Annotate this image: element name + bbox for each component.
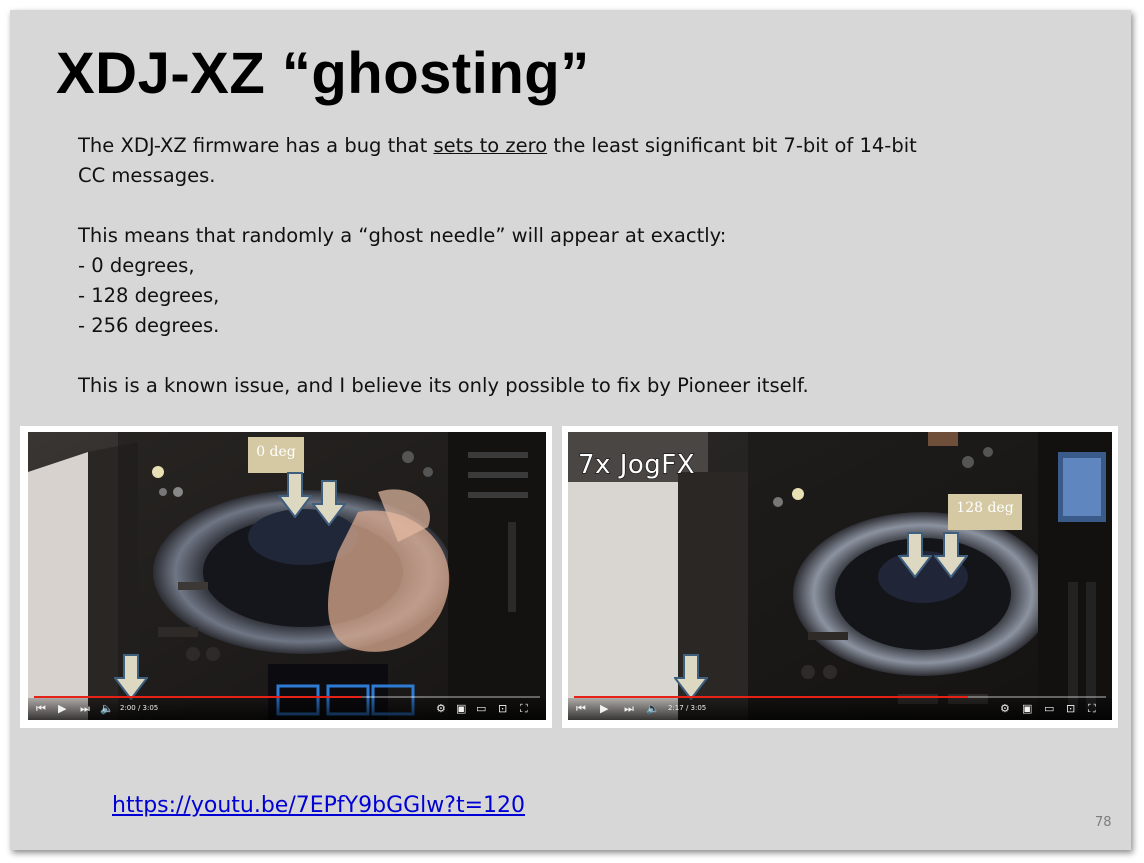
angle-label: 0 deg: [248, 437, 304, 473]
bullet-item: - 128 degrees,: [78, 284, 220, 307]
cast-icon[interactable]: ⊡: [1066, 702, 1075, 716]
slide: XDJ-XZ “ghosting” The XDJ-XZ firmware ha…: [10, 10, 1131, 850]
paragraph-1-start: The XDJ-XZ firmware has a bug that: [78, 134, 434, 157]
volume-icon[interactable]: 🔈: [100, 702, 114, 716]
video-screenshot-right: 7x JogFX 128 deg ⏮ ▶ ⏭ 🔈 2:17 / 3:05 ⚙ ▣…: [562, 426, 1118, 728]
down-arrow-icon: [674, 654, 708, 700]
video-overlay-text: 7x JogFX: [577, 449, 696, 480]
video-controls: ⏮ ▶ ⏭ 🔈 2:00 / 3:05 ⚙ ▣ ▭ ⊡ ⛶: [28, 698, 546, 720]
video-time: 2:00 / 3:05: [120, 704, 159, 712]
paragraph-1-continued: CC messages.: [78, 164, 216, 187]
slide-body: The XDJ-XZ firmware has a bug that sets …: [78, 131, 978, 401]
down-arrow-icon: [114, 654, 148, 700]
video-frame: 7x JogFX 128 deg ⏮ ▶ ⏭ 🔈 2:17 / 3:05 ⚙ ▣…: [568, 432, 1112, 720]
fullscreen-icon[interactable]: ⛶: [520, 702, 528, 716]
skip-next-icon[interactable]: ⏭: [80, 702, 90, 716]
settings-icon[interactable]: ⚙: [1000, 702, 1010, 716]
paragraph-2: This means that randomly a “ghost needle…: [78, 224, 727, 247]
settings-icon[interactable]: ⚙: [436, 702, 446, 716]
skip-previous-icon[interactable]: ⏮: [36, 702, 46, 716]
bullet-item: - 256 degrees.: [78, 314, 220, 337]
down-arrow-icon: [934, 532, 968, 578]
theater-icon[interactable]: ▭: [1044, 702, 1054, 716]
fullscreen-icon[interactable]: ⛶: [1088, 702, 1096, 716]
angle-label: 128 deg: [948, 494, 1022, 530]
paragraph-3: This is a known issue, and I believe its…: [78, 374, 809, 397]
skip-previous-icon[interactable]: ⏮: [576, 702, 586, 716]
underlined-text: sets to zero: [433, 134, 548, 157]
video-screenshot-left: 0 deg ⏮ ▶ ⏭ 🔈 2:00 / 3:05 ⚙ ▣ ▭ ⊡ ⛶: [20, 426, 552, 728]
youtube-link[interactable]: https://youtu.be/7EPfY9bGGlw?t=120: [112, 793, 525, 818]
down-arrow-icon: [898, 532, 932, 578]
down-arrow-icon: [312, 480, 346, 526]
paragraph-1: The XDJ-XZ firmware has a bug that sets …: [78, 131, 978, 161]
miniplayer-icon[interactable]: ▣: [456, 702, 466, 716]
bullet-item: - 0 degrees,: [78, 254, 195, 277]
slide-title: XDJ-XZ “ghosting”: [56, 41, 590, 106]
cast-icon[interactable]: ⊡: [498, 702, 507, 716]
skip-next-icon[interactable]: ⏭: [624, 702, 634, 716]
page-number: 78: [1095, 815, 1112, 830]
play-icon[interactable]: ▶: [58, 702, 66, 716]
video-time: 2:17 / 3:05: [668, 704, 707, 712]
down-arrow-icon: [278, 472, 312, 518]
video-controls: ⏮ ▶ ⏭ 🔈 2:17 / 3:05 ⚙ ▣ ▭ ⊡ ⛶: [568, 698, 1112, 720]
play-icon[interactable]: ▶: [600, 702, 608, 716]
miniplayer-icon[interactable]: ▣: [1022, 702, 1032, 716]
paragraph-1-end: the least significant bit 7-bit of 14-bi…: [547, 134, 917, 157]
video-frame: 0 deg ⏮ ▶ ⏭ 🔈 2:00 / 3:05 ⚙ ▣ ▭ ⊡ ⛶: [28, 432, 546, 720]
volume-icon[interactable]: 🔈: [646, 702, 660, 716]
theater-icon[interactable]: ▭: [476, 702, 486, 716]
